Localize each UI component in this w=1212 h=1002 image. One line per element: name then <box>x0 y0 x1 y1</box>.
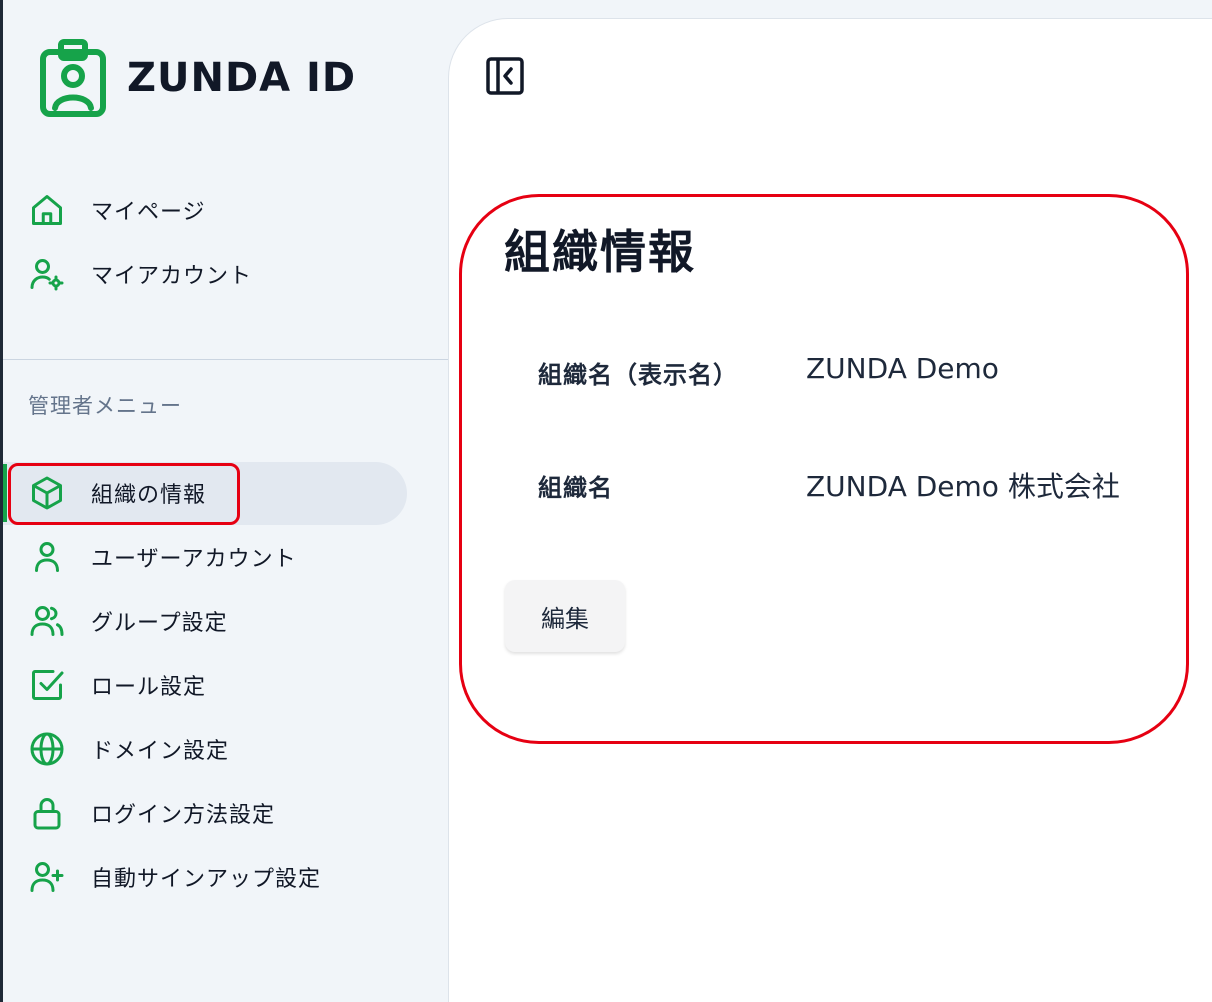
highlight-box-content <box>459 194 1189 744</box>
nav-item-label: マイアカウント <box>91 264 253 289</box>
logo[interactable]: ZUNDA ID <box>39 38 356 118</box>
nav-item-user-accounts[interactable]: ユーザーアカウント <box>27 534 297 580</box>
id-badge-icon <box>40 39 106 117</box>
home-icon <box>27 190 67 230</box>
nav-item-label: ロール設定 <box>91 675 207 700</box>
sidebar-collapse-icon <box>486 57 524 95</box>
nav-item-label: ユーザーアカウント <box>91 547 297 572</box>
lock-icon <box>27 793 67 833</box>
active-item-indicator <box>3 464 7 522</box>
user-settings-icon <box>27 254 67 294</box>
nav-item-label: ログイン方法設定 <box>91 803 276 828</box>
highlight-box-sidebar <box>8 463 240 525</box>
nav-item-label: ドメイン設定 <box>91 739 230 764</box>
nav-item-roles[interactable]: ロール設定 <box>27 662 206 708</box>
logo-text: ZUNDA ID <box>127 55 357 101</box>
users-icon <box>27 601 67 641</box>
user-icon <box>27 537 67 577</box>
nav-item-mypage[interactable]: マイページ <box>27 187 206 233</box>
nav-item-label: グループ設定 <box>91 611 228 636</box>
nav-item-auto-signup[interactable]: 自動サインアップ設定 <box>27 854 321 900</box>
nav-item-groups[interactable]: グループ設定 <box>27 598 228 644</box>
nav-item-domains[interactable]: ドメイン設定 <box>27 726 229 772</box>
admin-section-label: 管理者メニュー <box>28 394 182 418</box>
nav-item-my-account[interactable]: マイアカウント <box>27 251 252 297</box>
user-plus-icon <box>27 857 67 897</box>
sidebar-collapse-button[interactable] <box>485 56 525 96</box>
nav-item-login-methods[interactable]: ログイン方法設定 <box>27 790 275 836</box>
sidebar-divider <box>3 359 448 360</box>
check-square-icon <box>27 665 67 705</box>
nav-item-label: 自動サインアップ設定 <box>91 867 322 892</box>
globe-icon <box>27 729 67 769</box>
nav-item-label: マイページ <box>91 200 206 225</box>
